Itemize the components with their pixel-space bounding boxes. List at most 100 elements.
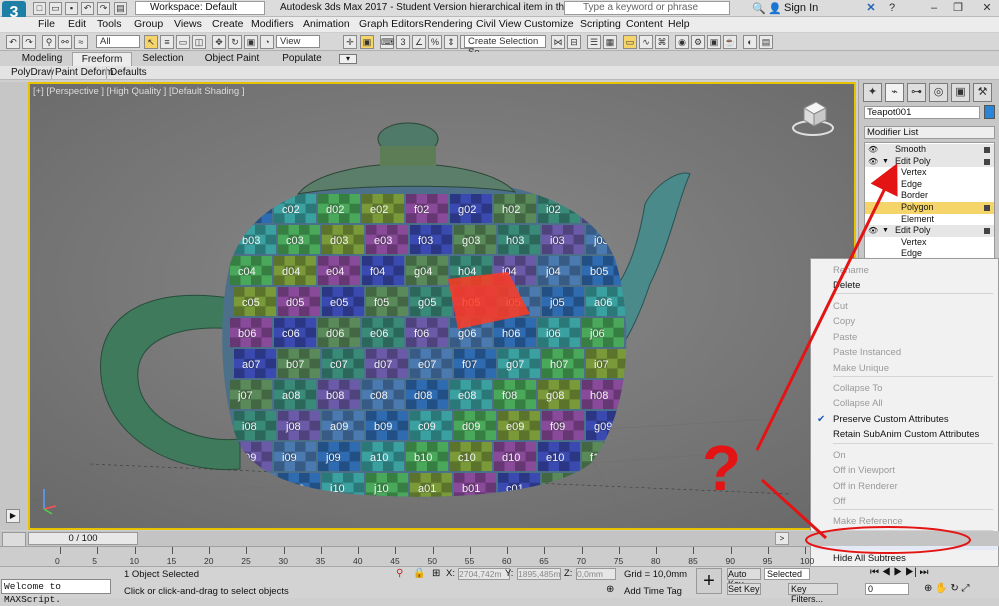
add-time-tag[interactable]: Add Time Tag [624,586,682,597]
tab-freeform[interactable]: Freeform [72,52,132,66]
menu-group[interactable]: Group [134,17,163,32]
auto-key-button[interactable]: Auto Key [727,568,761,589]
rectangle-selection-icon[interactable]: ▭ [176,35,190,49]
pivot-center-icon[interactable]: ✛ [343,35,357,49]
current-frame-field[interactable]: 0 [865,583,909,595]
redo-icon[interactable]: ↷ [97,2,110,15]
spinner-snap-icon[interactable]: ⇕ [444,35,458,49]
visibility-eye-icon[interactable]: 👁 [868,225,878,237]
z-coordinate-field[interactable]: 0,0mm [576,568,616,580]
visibility-eye-icon[interactable]: 👁 [868,144,878,156]
toggle-ribbon-icon[interactable]: ▭ [623,35,637,49]
bind-spacewarp-icon[interactable]: ≈ [74,35,88,49]
material-editor-icon[interactable]: ◉ [675,35,689,49]
modifier-stack-item[interactable]: Edge [865,179,994,191]
project-folder-icon[interactable]: ▤ [114,2,127,15]
modifier-stack-item[interactable]: 👁 Smooth [865,144,994,156]
modifier-stack-item[interactable]: 👁 ▼ Edit Poly [865,225,994,237]
menu-tools[interactable]: Tools [97,17,122,32]
context-menu-item-retain-subanim-custom-attributes[interactable]: Retain SubAnim Custom Attributes [833,429,979,441]
perspective-viewport[interactable]: b02c02d02e02f02g02h02i02j02b03c03d03e03f… [28,82,856,530]
context-menu-item-hide-all-subtrees[interactable]: Hide All Subtrees [833,553,906,565]
menu-rendering[interactable]: Rendering [424,17,472,32]
playback-controls[interactable]: ⏮ ◀ ▶ ▶| ⏭ [870,567,928,578]
align-icon[interactable]: ⊟ [567,35,581,49]
mirror-icon[interactable]: ⋈ [551,35,565,49]
visibility-eye-icon[interactable]: 👁 [868,156,878,168]
expand-arrow-icon[interactable]: ▼ [882,225,889,237]
context-menu-item-on[interactable]: On [833,450,846,462]
context-menu-item-off[interactable]: Off [833,496,846,508]
undo-icon[interactable]: ↶ [6,35,20,49]
workspace-select[interactable]: Workspace: Default [135,1,265,15]
utilities-panel-icon[interactable]: ⚒ [973,83,992,102]
context-menu-item-preserve-custom-attributes[interactable]: Preserve Custom Attributes [833,414,949,426]
minimize-button[interactable]: – [927,1,941,15]
exchange-icon[interactable]: ✕ [864,1,878,15]
modify-panel-icon[interactable]: ⌁ [885,83,904,102]
unlink-icon[interactable]: ⚯ [58,35,72,49]
key-filters-button[interactable]: Key Filters... [788,583,838,604]
viewcube[interactable] [790,98,836,138]
selection-filter-select[interactable]: All [96,35,140,48]
menu-content[interactable]: Content [626,17,663,32]
modifier-toggle-icon[interactable] [984,147,990,153]
keyboard-shortcut-icon[interactable]: ⌨ [380,35,394,49]
render-activeshade-icon[interactable]: ▤ [759,35,773,49]
new-file-icon[interactable]: □ [33,2,46,15]
menu-graph-editors[interactable]: Graph Editors [359,17,424,32]
move-icon[interactable]: ✥ [212,35,226,49]
next-frame-arrow[interactable]: > [775,532,789,545]
tab-populate[interactable]: Populate [274,52,330,66]
menu-views[interactable]: Views [174,17,202,32]
menu-scripting[interactable]: Scripting [580,17,621,32]
maxscript-listener[interactable]: Welcome to MAXScript. [1,579,111,605]
render-iterative-icon[interactable]: ◐ [743,35,757,49]
help-icon[interactable]: ? [885,1,899,15]
time-tag-icon[interactable]: ⊕ [606,584,614,595]
place-icon[interactable]: ◔ [260,35,274,49]
scale-icon[interactable]: ▣ [244,35,258,49]
menu-civil-view[interactable]: Civil View [476,17,521,32]
viewport-nav-icons[interactable]: ⊕ ✋ ↻ ⤢ [924,583,970,594]
selection-lock-icon[interactable]: 🔒 [413,568,425,579]
redo-icon[interactable]: ↷ [22,35,36,49]
modifier-stack-item[interactable]: Element [865,214,994,226]
undo-icon[interactable]: ↶ [81,2,94,15]
snaps-toggle-icon[interactable]: 3 [396,35,410,49]
select-by-name-icon[interactable]: ≡ [160,35,174,49]
context-menu-item-delete[interactable]: Delete [833,280,860,292]
layer-explorer-icon[interactable]: ▦ [603,35,617,49]
render-production-icon[interactable]: ☕ [723,35,737,49]
context-menu-item-collapse-to[interactable]: Collapse To [833,383,882,395]
sign-in-link[interactable]: Sign In [784,2,818,14]
window-crossing-icon[interactable]: ◫ [192,35,206,49]
defaults-button[interactable]: Defaults [106,67,150,79]
tab-modeling[interactable]: Modeling [12,52,72,66]
select-object-icon[interactable]: ↖ [144,35,158,49]
context-menu-item-off-in-viewport[interactable]: Off in Viewport [833,465,895,477]
curve-editor-icon[interactable]: ∿ [639,35,653,49]
tab-selection[interactable]: Selection [132,52,194,66]
rotate-icon[interactable]: ↻ [228,35,242,49]
context-menu-item-paste-instanced[interactable]: Paste Instanced [833,347,901,359]
menu-customize[interactable]: Customize [524,17,574,32]
display-panel-icon[interactable]: ▣ [951,83,970,102]
set-key-button[interactable]: Set Key [727,583,761,595]
viewport-label[interactable]: [+] [Perspective ] [High Quality ] [Defa… [33,86,244,97]
menu-file[interactable]: File [38,17,55,32]
context-menu-item-off-in-renderer[interactable]: Off in Renderer [833,481,898,493]
modifier-stack-item[interactable]: Vertex [865,237,994,249]
modifier-stack-item[interactable]: Border [865,190,994,202]
render-setup-icon[interactable]: ⚙ [691,35,705,49]
named-selection-set-select[interactable]: Create Selection Se [464,35,546,58]
polydraw-button[interactable]: PolyDraw [8,67,57,79]
modifier-toggle-icon[interactable] [984,158,990,165]
modifier-stack[interactable]: 👁 Smooth 👁 ▼ Edit Poly Vertex Edge Border Polygo… [864,142,995,260]
select-manipulate-icon[interactable]: ▣ [360,35,374,49]
object-name-field[interactable]: Teapot001 [864,106,980,119]
restore-button[interactable]: ❐ [951,1,965,15]
angle-snap-icon[interactable]: ∠ [412,35,426,49]
search-icon[interactable]: 🔍 [752,2,766,15]
search-input[interactable]: Type a keyword or phrase [564,1,730,15]
